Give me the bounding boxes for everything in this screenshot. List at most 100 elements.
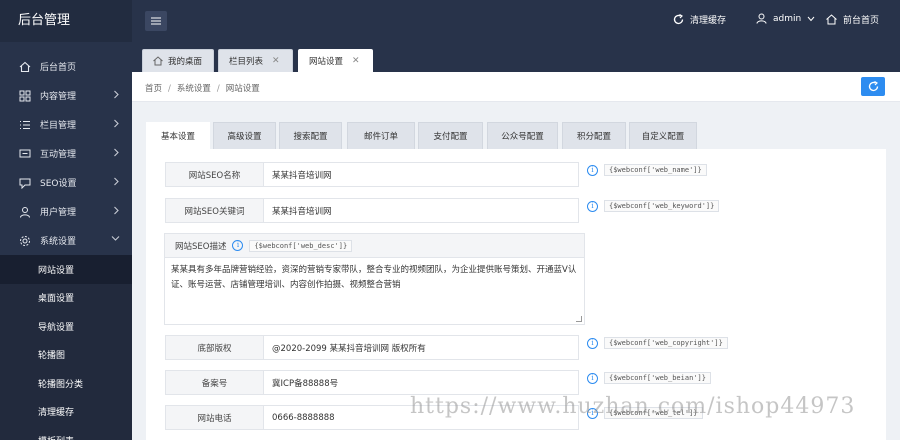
user-icon bbox=[18, 205, 32, 219]
tab-payment[interactable]: 支付配置 bbox=[418, 122, 483, 149]
home-icon bbox=[153, 56, 163, 66]
tab-mail-order[interactable]: 邮件订单 bbox=[347, 122, 415, 149]
field-label: 备案号 bbox=[166, 371, 264, 394]
tab-site-settings[interactable]: 网站设置 ✕ bbox=[298, 49, 373, 72]
home-icon bbox=[18, 60, 32, 74]
breadcrumb-current: 网站设置 bbox=[225, 84, 260, 94]
chevron-right-icon bbox=[113, 148, 120, 160]
refresh-button[interactable] bbox=[861, 77, 885, 96]
gear-icon bbox=[18, 234, 32, 248]
copyright-hint: i {$webconf['web_copyright']} bbox=[587, 337, 728, 349]
seo-icon bbox=[18, 176, 32, 190]
front-home-link[interactable]: 前台首页 bbox=[826, 13, 879, 26]
menu-toggle-button[interactable] bbox=[145, 11, 167, 31]
menu-label: 后台首页 bbox=[40, 63, 77, 73]
seo-name-input[interactable]: 某某抖音培训网 bbox=[264, 163, 578, 186]
seo-keyword-input[interactable]: 某某抖音培训网 bbox=[264, 199, 578, 222]
info-icon: i bbox=[232, 240, 244, 251]
beian-hint: i {$webconf['web_beian']} bbox=[587, 372, 711, 384]
menu-label: 栏目管理 bbox=[40, 121, 77, 131]
home-icon bbox=[826, 14, 837, 25]
clear-cache-button[interactable]: 清理缓存 bbox=[673, 13, 726, 26]
list-icon bbox=[18, 118, 32, 132]
submenu-item-site-settings[interactable]: 网站设置 bbox=[0, 255, 132, 284]
close-icon[interactable]: ✕ bbox=[272, 56, 280, 66]
breadcrumb-system[interactable]: 系统设置 bbox=[177, 84, 211, 94]
tab-basic[interactable]: 基本设置 bbox=[146, 122, 210, 149]
field-label: 网站电话 bbox=[166, 406, 264, 429]
tab-label: 栏目列表 bbox=[229, 57, 264, 67]
tab-label: 我的桌面 bbox=[168, 57, 203, 67]
field-label: 网站SEO关键词 bbox=[166, 199, 264, 222]
seo-desc-textarea[interactable]: 某某具有多年品牌营销经验，资深的营销专家带队，整合专业的视频团队，为企业提供账号… bbox=[165, 258, 584, 298]
menu-item-users[interactable]: 用户管理 bbox=[0, 197, 132, 226]
copyright-field: 底部版权 @2020-2099 某某抖音培训网 版权所有 bbox=[165, 335, 579, 360]
chevron-right-icon bbox=[113, 177, 120, 189]
tab-wechat[interactable]: 公众号配置 bbox=[487, 122, 558, 149]
breadcrumb: 首页 / 系统设置 / 网站设置 bbox=[145, 84, 260, 94]
beian-input[interactable]: 冀ICP备88888号 bbox=[264, 371, 578, 394]
tab-advanced[interactable]: 高级设置 bbox=[213, 122, 276, 149]
refresh-icon bbox=[868, 81, 878, 92]
page-tabs: 我的桌面 栏目列表 ✕ 网站设置 ✕ bbox=[132, 42, 900, 72]
menu-label: 系统设置 bbox=[40, 237, 77, 247]
menu-item-interaction[interactable]: 互动管理 bbox=[0, 139, 132, 168]
menu-item-system[interactable]: 系统设置 bbox=[0, 226, 132, 255]
menu-label: 互动管理 bbox=[40, 150, 77, 160]
sidebar: 后台管理 后台首页 内容管理 栏目管理 互动管理 SEO设置 用户管理 系统设置… bbox=[0, 0, 132, 440]
info-icon: i bbox=[587, 337, 598, 349]
template-tag: {$webconf['web_desc']} bbox=[249, 239, 353, 252]
clear-cache-label: 清理缓存 bbox=[690, 16, 727, 26]
seo-name-field: 网站SEO名称 某某抖音培训网 bbox=[165, 162, 579, 187]
field-label: 底部版权 bbox=[166, 336, 264, 359]
menu-item-home[interactable]: 后台首页 bbox=[0, 52, 132, 81]
resize-handle-icon[interactable] bbox=[576, 316, 582, 322]
grid-icon bbox=[18, 89, 32, 103]
submenu-item-desktop-settings[interactable]: 桌面设置 bbox=[0, 283, 132, 312]
info-icon: i bbox=[587, 372, 598, 384]
tab-custom[interactable]: 自定义配置 bbox=[629, 122, 697, 149]
menu-item-content[interactable]: 内容管理 bbox=[0, 81, 132, 110]
copyright-input[interactable]: @2020-2099 某某抖音培训网 版权所有 bbox=[264, 336, 578, 359]
submenu-item-carousel[interactable]: 轮播图 bbox=[0, 340, 132, 369]
template-tag: {$webconf['web_beian']} bbox=[604, 372, 711, 384]
tab-search[interactable]: 搜索配置 bbox=[279, 122, 342, 149]
menu-label: 内容管理 bbox=[40, 92, 77, 102]
template-tag: {$webconf['web_name']} bbox=[604, 164, 707, 176]
chevron-down-icon bbox=[111, 235, 120, 245]
menu-item-seo[interactable]: SEO设置 bbox=[0, 168, 132, 197]
submenu-item-templates[interactable]: 模板列表 bbox=[0, 426, 132, 440]
seo-name-hint: i {$webconf['web_name']} bbox=[587, 164, 707, 176]
breadcrumb-home[interactable]: 首页 bbox=[145, 84, 162, 94]
close-icon[interactable]: ✕ bbox=[352, 56, 360, 66]
submenu-item-nav-settings[interactable]: 导航设置 bbox=[0, 312, 132, 341]
user-icon bbox=[756, 13, 767, 24]
tab-my-desktop[interactable]: 我的桌面 bbox=[142, 49, 214, 72]
menu-label: 用户管理 bbox=[40, 208, 77, 218]
field-label: 网站SEO名称 bbox=[166, 163, 264, 186]
menu-label: SEO设置 bbox=[40, 179, 77, 189]
top-header: 清理缓存 admin 前台首页 bbox=[132, 0, 900, 42]
field-label: 网站SEO描述 bbox=[175, 241, 227, 252]
breadcrumb-bar: 首页 / 系统设置 / 网站设置 bbox=[132, 72, 900, 102]
brand-title: 后台管理 bbox=[0, 0, 132, 42]
seo-desc-field: 网站SEO描述 i {$webconf['web_desc']} 某某具有多年品… bbox=[164, 233, 585, 325]
tab-column-list[interactable]: 栏目列表 ✕ bbox=[218, 49, 293, 72]
watermark-text: https://www.huzhan.com/ishop44973 bbox=[410, 394, 856, 419]
template-tag: {$webconf['web_copyright']} bbox=[604, 337, 728, 349]
seo-keyword-hint: i {$webconf['web_keyword']} bbox=[587, 200, 720, 212]
user-menu[interactable]: admin bbox=[756, 13, 815, 24]
info-icon: i bbox=[587, 200, 598, 212]
template-tag: {$webconf['web_keyword']} bbox=[604, 200, 720, 212]
username: admin bbox=[773, 13, 802, 24]
beian-field: 备案号 冀ICP备88888号 bbox=[165, 370, 579, 395]
tab-points[interactable]: 积分配置 bbox=[562, 122, 626, 149]
refresh-icon bbox=[673, 14, 684, 25]
submenu-item-clear-cache[interactable]: 清理缓存 bbox=[0, 397, 132, 426]
menu-item-column[interactable]: 栏目管理 bbox=[0, 110, 132, 139]
seo-keyword-field: 网站SEO关键词 某某抖音培训网 bbox=[165, 198, 579, 223]
seo-desc-header: 网站SEO描述 i {$webconf['web_desc']} bbox=[165, 234, 584, 258]
hamburger-icon bbox=[151, 17, 161, 25]
chevron-down-icon bbox=[807, 16, 815, 21]
submenu-item-carousel-category[interactable]: 轮播图分类 bbox=[0, 369, 132, 398]
